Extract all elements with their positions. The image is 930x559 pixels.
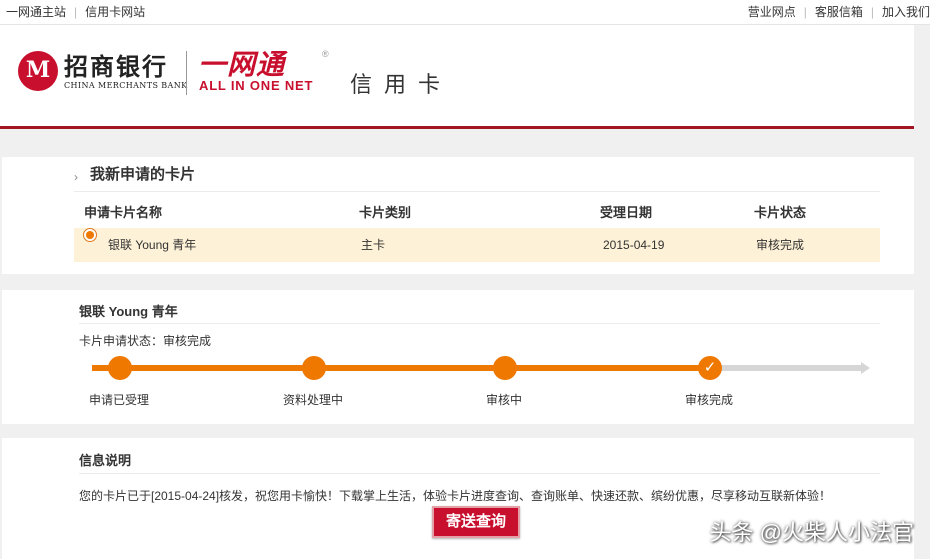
all-in-one-net-en: ALL IN ONE NET [199, 78, 314, 93]
cell-card-type: 主卡 [361, 238, 386, 252]
col-card-name: 申请卡片名称 [84, 205, 163, 220]
info-title: 信息说明 [79, 453, 132, 468]
progress-card-name: 银联 Young 青年 [79, 304, 178, 319]
progress-panel: 银联 Young 青年 卡片申请状态：审核完成 ✓ 申请已受理 资料处理中 审核… [2, 290, 914, 424]
nav-separator: | [74, 5, 78, 19]
step-node-1 [108, 356, 132, 380]
link-join-us[interactable]: 加入我们 [882, 5, 930, 19]
arrow-right-icon [861, 362, 870, 374]
progress-track-complete [92, 365, 712, 371]
top-nav-left: 一网通主站 | 信用卡网站 [6, 0, 145, 24]
table-header: 申请卡片名称 卡片类别 受理日期 卡片状态 [74, 202, 880, 222]
top-nav-bar: 一网通主站 | 信用卡网站 营业网点 | 客服信箱 | 加入我们 [0, 0, 930, 25]
col-card-type: 卡片类别 [359, 205, 412, 220]
delivery-query-button[interactable]: 寄送查询 [432, 506, 520, 538]
step-label-4: 审核完成 [685, 393, 734, 407]
info-message: 您的卡片已于[2015-04-24]核发，祝您用卡愉快！下载掌上生活，体验卡片进… [79, 489, 832, 503]
header-divider [186, 51, 187, 95]
row-radio-button[interactable] [83, 228, 97, 242]
section-title: 信用卡 [350, 73, 453, 98]
cmb-logo-icon[interactable]: M [18, 51, 58, 91]
link-main-site[interactable]: 一网通主站 [6, 5, 66, 19]
step-label-2: 资料处理中 [283, 393, 344, 407]
top-nav-right: 营业网点 | 客服信箱 | 加入我们 [748, 0, 930, 24]
step-label-1: 申请已受理 [89, 393, 150, 407]
bank-name-en: CHINA MERCHANTS BANK [64, 81, 188, 90]
registered-mark: ® [322, 49, 329, 59]
header-red-line [0, 126, 914, 129]
application-status: 卡片申请状态：审核完成 [79, 334, 212, 348]
col-status: 卡片状态 [754, 205, 807, 220]
cell-date: 2015-04-19 [603, 238, 665, 252]
table-row[interactable]: 银联 Young 青年 主卡 2015-04-19 审核完成 [74, 228, 880, 262]
link-branches[interactable]: 营业网点 [748, 5, 796, 19]
watermark-text: 头条 @火柴人小法官 [709, 520, 914, 545]
cell-status: 审核完成 [756, 238, 805, 252]
window-scroll-edge [914, 25, 930, 559]
site-header: M 招商银行 CHINA MERCHANTS BANK 一网通 ® ALL IN… [0, 25, 914, 126]
section-divider [79, 323, 880, 324]
section-divider [79, 473, 880, 474]
checkmark-icon: ✓ [698, 356, 722, 380]
link-service-mailbox[interactable]: 客服信箱 [815, 5, 863, 19]
new-cards-panel: › 我新申请的卡片 申请卡片名称 卡片类别 受理日期 卡片状态 银联 Young… [2, 157, 914, 274]
all-in-one-net-logo: 一网通 [198, 49, 286, 80]
nav-separator: | [803, 5, 807, 19]
panel-header: › 我新申请的卡片 [74, 165, 880, 192]
cell-card-name: 银联 Young 青年 [108, 238, 197, 252]
bank-name-cn: 招商银行 [64, 52, 168, 81]
panel-title: 我新申请的卡片 [90, 166, 196, 183]
step-label-3: 审核中 [486, 393, 523, 407]
logo-mark: M [25, 57, 51, 83]
link-credit-card-site[interactable]: 信用卡网站 [85, 5, 145, 19]
col-date: 受理日期 [600, 205, 653, 220]
step-node-2 [302, 356, 326, 380]
nav-separator: | [870, 5, 874, 19]
step-node-3 [493, 356, 517, 380]
progress-track-remaining [712, 365, 862, 371]
chevron-right-icon: › [74, 170, 78, 184]
